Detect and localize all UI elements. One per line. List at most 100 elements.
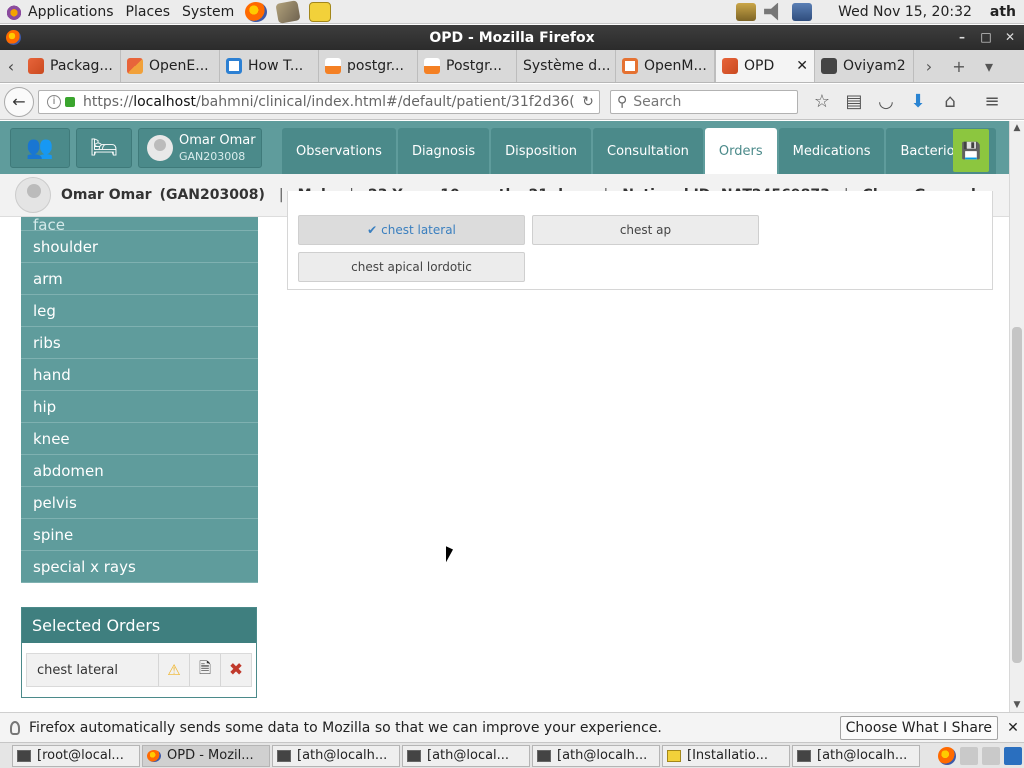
tab-medications[interactable]: Medications <box>778 128 885 174</box>
scroll-up-icon[interactable]: ▲ <box>1010 121 1024 135</box>
list-item[interactable]: pelvis <box>21 487 258 519</box>
scroll-thumb[interactable] <box>1012 327 1022 663</box>
test-chest-lateral-button[interactable]: ✔ chest lateral <box>298 215 525 245</box>
taskbar-item[interactable]: [ath@localh... <box>272 744 400 767</box>
taskbar-label: [Installatio... <box>687 748 769 763</box>
list-item[interactable]: face <box>21 217 258 231</box>
tab-observations[interactable]: Observations <box>282 128 396 174</box>
browser-tab[interactable]: Packag... <box>22 50 121 82</box>
list-item[interactable]: special x rays <box>21 551 258 583</box>
notification-close-icon[interactable]: ✕ <box>1002 720 1024 736</box>
tab-disposition[interactable]: Disposition <box>491 128 592 174</box>
workspace-2-icon[interactable] <box>982 746 1000 765</box>
applications-menu[interactable]: Applications <box>0 0 120 24</box>
patient-dashboard-button[interactable]: Omar Omar GAN203008 <box>138 128 262 168</box>
tab-scroll-left-icon[interactable]: ‹ <box>0 50 22 82</box>
download-icon[interactable]: ⬇ <box>902 91 934 112</box>
workspace-3-icon[interactable] <box>1004 746 1022 765</box>
tab-orders[interactable]: Orders <box>704 128 777 174</box>
scroll-down-icon[interactable]: ▼ <box>1010 698 1024 712</box>
bed-button[interactable]: 🛏 <box>76 128 132 168</box>
tools-launcher-icon[interactable] <box>275 0 301 24</box>
tab-close-icon[interactable]: ✕ <box>796 58 808 74</box>
network-tray-icon[interactable] <box>792 2 813 21</box>
tab-consultation[interactable]: Consultation <box>593 128 703 174</box>
taskbar-label: [ath@localh... <box>817 748 908 763</box>
test-chest-apical-lordotic-button[interactable]: chest apical lordotic <box>298 252 525 282</box>
browser-tab[interactable]: How T... <box>220 50 319 82</box>
search-icon: ⚲ <box>617 93 628 110</box>
window-title: OPD - Mozilla Firefox <box>429 29 595 46</box>
pocket-icon[interactable]: ◡ <box>870 91 902 112</box>
minimize-icon[interactable]: – <box>954 29 970 45</box>
taskbar-item[interactable]: [ath@local... <box>402 744 530 767</box>
bed-icon: 🛏 <box>90 135 118 161</box>
taskbar-label: OPD - Mozil... <box>167 748 254 763</box>
info-icon[interactable]: i <box>47 94 61 109</box>
list-item[interactable]: abdomen <box>21 455 258 487</box>
patient-search-button[interactable]: 👥 <box>10 128 70 168</box>
update-tray-icon[interactable] <box>736 2 757 21</box>
list-item[interactable]: hand <box>21 359 258 391</box>
places-menu-label: Places <box>125 3 171 20</box>
url-text[interactable]: https://localhost/bahmni/clinical/index.… <box>83 94 577 110</box>
tab-scroll-right-icon[interactable]: › <box>914 50 944 82</box>
tab-list-icon[interactable]: ▾ <box>974 50 1004 82</box>
panel-clock[interactable]: Wed Nov 15, 20:32 <box>838 4 972 20</box>
list-item[interactable]: knee <box>21 423 258 455</box>
list-item[interactable]: shoulder <box>21 231 258 263</box>
browser-tab[interactable]: OpenM... <box>616 50 715 82</box>
places-menu[interactable]: Places <box>120 0 177 24</box>
url-bar[interactable]: i https://localhost/bahmni/clinical/inde… <box>38 89 600 114</box>
list-item[interactable]: arm <box>21 263 258 295</box>
window-close-icon[interactable]: ✕ <box>1002 29 1018 45</box>
selected-orders-title: Selected Orders <box>22 608 256 643</box>
taskbar-item[interactable]: [root@local... <box>12 744 140 767</box>
taskbar-item[interactable]: [ath@localh... <box>792 744 920 767</box>
browser-tab[interactable]: Postgr... <box>418 50 517 82</box>
reload-icon[interactable]: ↻ <box>577 94 599 110</box>
browser-tab-active[interactable]: OPD ✕ <box>715 50 815 82</box>
text-editor-launcher-icon[interactable] <box>309 1 332 22</box>
taskbar-item-active[interactable]: OPD - Mozil... <box>142 744 270 767</box>
save-button[interactable]: 💾 <box>953 129 989 172</box>
browser-tab[interactable]: postgr... <box>319 50 418 82</box>
hamburger-menu-icon[interactable]: ≡ <box>976 91 1008 112</box>
test-label: chest apical lordotic <box>351 260 472 274</box>
firefox-launcher-icon[interactable] <box>245 1 268 22</box>
search-input[interactable]: ⚲ Search <box>610 89 798 114</box>
firefox-tray-icon[interactable] <box>938 746 956 765</box>
tab-label: OPD <box>744 58 775 74</box>
remove-order-icon[interactable]: ✖ <box>220 654 251 686</box>
order-notes-icon[interactable]: 🗎 <box>189 654 220 686</box>
list-item[interactable]: hip <box>21 391 258 423</box>
test-chest-ap-button[interactable]: chest ap <box>532 215 759 245</box>
maximize-icon[interactable]: □ <box>978 29 994 45</box>
list-item[interactable]: spine <box>21 519 258 551</box>
workspace-1-icon[interactable] <box>960 746 978 765</box>
test-options-panel: ✔ chest lateral chest ap chest apical lo… <box>287 191 993 290</box>
tab-diagnosis[interactable]: Diagnosis <box>397 128 490 174</box>
taskbar-item[interactable]: [ath@localh... <box>532 744 660 767</box>
bahmni-favicon-icon <box>28 58 44 74</box>
bookmark-star-icon[interactable]: ☆ <box>806 91 838 112</box>
list-item[interactable]: leg <box>21 295 258 327</box>
page-scrollbar[interactable]: ▲ ▼ <box>1009 121 1024 712</box>
taskbar-item[interactable]: [Installatio... <box>662 744 790 767</box>
back-button[interactable]: ← <box>4 86 34 117</box>
browser-tab[interactable]: Oviyam2 <box>815 50 914 82</box>
new-tab-icon[interactable]: + <box>944 50 974 82</box>
list-item[interactable]: ribs <box>21 327 258 359</box>
volume-tray-icon[interactable] <box>764 2 779 21</box>
lock-icon[interactable] <box>65 96 75 107</box>
urgent-warning-icon[interactable]: ⚠ <box>158 654 189 686</box>
openmrs-favicon-icon <box>622 58 638 74</box>
tab-label: Postgr... <box>446 58 502 74</box>
choose-what-i-share-button[interactable]: Choose What I Share <box>839 715 998 740</box>
browser-tab[interactable]: OpenE... <box>121 50 220 82</box>
panel-user[interactable]: ath <box>990 4 1016 20</box>
home-icon[interactable]: ⌂ <box>934 91 966 112</box>
browser-tab[interactable]: Système d... <box>517 50 616 82</box>
system-menu[interactable]: System <box>176 0 240 24</box>
reading-list-icon[interactable]: ▤ <box>838 91 870 112</box>
